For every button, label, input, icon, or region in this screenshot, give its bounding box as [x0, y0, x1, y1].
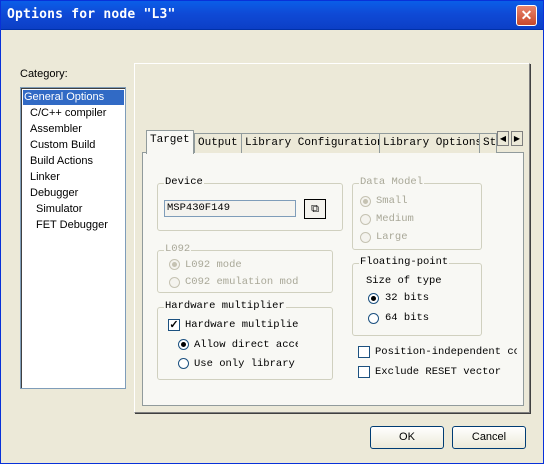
c092-emulation-label: C092 emulation mod: [185, 276, 299, 288]
category-item-custom-build[interactable]: Custom Build: [29, 138, 95, 153]
data-model-small-label: Small: [376, 195, 408, 207]
c092-emulation-radio[interactable]: [169, 277, 180, 288]
close-icon: ✕: [520, 7, 533, 23]
data-model-large-radio[interactable]: [360, 232, 371, 243]
tab-target[interactable]: Target: [146, 130, 194, 154]
hardware-multiplier-checkbox[interactable]: ✓: [168, 319, 180, 331]
close-button[interactable]: ✕: [516, 5, 537, 26]
category-list[interactable]: General Options C/C++ compiler Assembler…: [20, 87, 126, 389]
cancel-button[interactable]: Cancel: [452, 426, 526, 449]
float-32-bits-label: 32 bits: [385, 292, 430, 304]
category-item-c-compiler[interactable]: C/C++ compiler: [29, 106, 106, 121]
device-field[interactable]: MSP430F149: [164, 200, 296, 217]
category-item-linker[interactable]: Linker: [29, 170, 60, 185]
floating-point-group-title: Floating-point: [359, 256, 450, 268]
browse-device-icon: ⧉: [311, 203, 319, 215]
device-group-title: Device: [164, 176, 204, 188]
position-independent-label: Position-independent coc: [375, 346, 517, 358]
data-model-group: Data Model: [352, 176, 482, 250]
category-item-assembler[interactable]: Assembler: [29, 122, 82, 137]
l092-group-title: L092: [164, 243, 192, 255]
exclude-reset-vector-checkbox[interactable]: [358, 366, 370, 378]
arrow-right-icon: ▶: [513, 134, 521, 143]
float-32-bits-radio[interactable]: [368, 293, 379, 304]
allow-direct-access-label: Allow direct acce:: [194, 339, 298, 351]
float-64-bits-radio[interactable]: [368, 313, 379, 324]
tab-output[interactable]: Output: [194, 133, 242, 153]
tab-scroll-left-button[interactable]: ◀: [497, 131, 509, 146]
data-model-small-radio[interactable]: [360, 196, 371, 207]
l092-mode-radio[interactable]: [169, 259, 180, 270]
data-model-medium-label: Medium: [376, 213, 414, 225]
position-independent-checkbox[interactable]: [358, 346, 370, 358]
window-title: Options for node "L3": [7, 7, 176, 22]
data-model-large-label: Large: [376, 231, 408, 243]
use-only-library-radio[interactable]: [178, 358, 189, 369]
tab-stack-truncated[interactable]: St: [479, 133, 497, 153]
category-item-general-options[interactable]: General Options: [23, 90, 124, 105]
category-label: Category:: [20, 68, 68, 80]
data-model-medium-radio[interactable]: [360, 214, 371, 225]
hardware-multiplier-group-title: Hardware multiplier: [164, 300, 286, 312]
title-bar[interactable]: Options for node "L3" ✕: [1, 1, 543, 30]
size-of-type-label: Size of type: [366, 275, 442, 287]
checkmark-icon: ✓: [169, 319, 179, 331]
ok-button[interactable]: OK: [370, 426, 444, 449]
tab-scroll-right-button[interactable]: ▶: [511, 131, 523, 146]
exclude-reset-vector-label: Exclude RESET vector: [375, 366, 502, 378]
category-item-build-actions[interactable]: Build Actions: [29, 154, 93, 169]
tab-library-configuration[interactable]: Library Configuration: [241, 133, 388, 153]
allow-direct-access-radio[interactable]: [178, 339, 189, 350]
use-only-library-label: Use only library (: [194, 358, 298, 370]
category-item-simulator[interactable]: Simulator: [35, 202, 82, 217]
arrow-left-icon: ◀: [499, 134, 507, 143]
float-64-bits-label: 64 bits: [385, 312, 430, 324]
device-select-button[interactable]: ⧉: [304, 199, 326, 219]
l092-mode-label: L092 mode: [185, 259, 242, 271]
category-item-fet-debugger[interactable]: FET Debugger: [35, 218, 108, 233]
category-item-debugger[interactable]: Debugger: [29, 186, 78, 201]
hardware-multiplier-checkbox-label: Hardware multiplier: [185, 319, 298, 331]
data-model-group-title: Data Model: [359, 176, 425, 188]
tab-library-options[interactable]: Library Options: [379, 133, 487, 153]
